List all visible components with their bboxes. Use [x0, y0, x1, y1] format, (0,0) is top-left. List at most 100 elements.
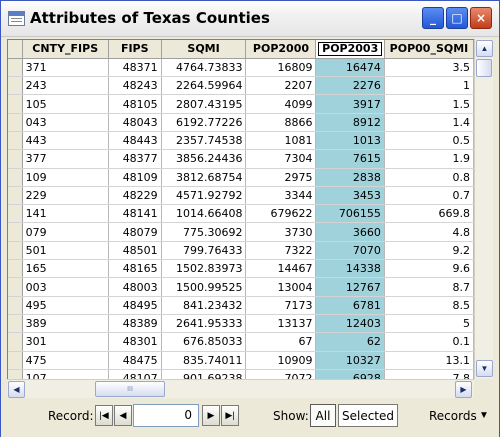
table-cell[interactable]: 48079	[108, 222, 162, 242]
column-header-cnty-fips[interactable]: CNTY_FIPS	[22, 40, 109, 59]
table-cell[interactable]: 7173	[245, 296, 317, 315]
table-cell[interactable]: 4571.92792	[161, 186, 247, 206]
table-cell[interactable]: 676.85033	[161, 332, 247, 352]
table-cell[interactable]: 48389	[108, 314, 162, 334]
last-record-button[interactable]: ▶|	[221, 405, 239, 426]
table-cell[interactable]: 48003	[108, 277, 162, 297]
table-cell[interactable]: 13004	[245, 277, 317, 297]
table-row[interactable]: 301 48301 676.85033 67 62 0.1	[8, 332, 474, 352]
row-selector[interactable]	[8, 332, 23, 352]
first-record-button[interactable]: |◀	[95, 405, 113, 426]
vertical-scroll-thumb[interactable]	[476, 59, 492, 77]
table-cell[interactable]: 3453	[315, 186, 385, 206]
horizontal-scrollbar[interactable]: ◀ III ▶	[7, 379, 474, 398]
table-cell[interactable]: 371	[22, 58, 109, 78]
table-cell[interactable]: 7.8	[384, 369, 474, 379]
column-header-pop00-sqmi[interactable]: POP00_SQMI	[384, 40, 474, 59]
table-cell[interactable]: 679622	[245, 204, 317, 224]
table-cell[interactable]: 2357.74538	[161, 131, 247, 151]
table-cell[interactable]: 1.9	[384, 149, 474, 169]
table-cell[interactable]: 2276	[315, 76, 385, 96]
table-cell[interactable]: 501	[22, 241, 109, 261]
table-cell[interactable]: 2207	[245, 76, 317, 96]
table-cell[interactable]: 2975	[245, 168, 317, 187]
table-row[interactable]: 377 48377 3856.24436 7304 7615 1.9	[8, 149, 474, 169]
table-cell[interactable]: 775.30692	[161, 222, 247, 242]
table-cell[interactable]: 10909	[245, 351, 317, 370]
table-row[interactable]: 105 48105 2807.43195 4099 3917 1.5	[8, 94, 474, 114]
horizontal-scroll-thumb[interactable]: III	[95, 381, 165, 397]
table-cell[interactable]: 841.23432	[161, 296, 247, 315]
column-header-pop2003[interactable]: POP2003	[315, 40, 385, 59]
table-cell[interactable]: 1	[384, 76, 474, 96]
table-cell[interactable]: 443	[22, 131, 109, 151]
table-row[interactable]: 475 48475 835.74011 10909 10327 13.1	[8, 351, 474, 370]
table-row[interactable]: 043 48043 6192.77226 8866 8912 1.4	[8, 113, 474, 132]
show-all-button[interactable]: All	[310, 404, 336, 427]
table-cell[interactable]: 13137	[245, 314, 317, 334]
table-cell[interactable]: 4099	[245, 94, 317, 114]
row-selector[interactable]	[8, 241, 23, 261]
table-cell[interactable]: 6781	[315, 296, 385, 315]
row-selector[interactable]	[8, 168, 23, 187]
table-cell[interactable]: 48377	[108, 149, 162, 169]
row-selector[interactable]	[8, 296, 23, 315]
table-cell[interactable]: 6192.77226	[161, 113, 247, 132]
table-cell[interactable]: 799.76433	[161, 241, 247, 261]
records-menu-label[interactable]: Records	[429, 409, 477, 423]
show-selected-button[interactable]: Selected	[338, 404, 398, 427]
table-cell[interactable]: 1014.66408	[161, 204, 247, 224]
table-cell[interactable]: 107	[22, 369, 109, 379]
table-cell[interactable]: 9.6	[384, 259, 474, 279]
table-row[interactable]: 389 48389 2641.95333 13137 12403 5	[8, 314, 474, 334]
table-cell[interactable]: 67	[245, 332, 317, 352]
row-selector[interactable]	[8, 314, 23, 334]
row-selector[interactable]	[8, 131, 23, 151]
row-selector-header[interactable]	[8, 40, 23, 59]
column-header-pop2000[interactable]: POP2000	[245, 40, 317, 59]
scroll-down-button[interactable]: ▼	[476, 360, 493, 377]
table-cell[interactable]: 48109	[108, 168, 162, 187]
table-cell[interactable]: 2807.43195	[161, 94, 247, 114]
table-cell[interactable]: 6928	[315, 369, 385, 379]
table-row[interactable]: 495 48495 841.23432 7173 6781 8.5	[8, 296, 474, 315]
table-cell[interactable]: 2641.95333	[161, 314, 247, 334]
table-cell[interactable]: 105	[22, 94, 109, 114]
table-row[interactable]: 079 48079 775.30692 3730 3660 4.8	[8, 222, 474, 242]
table-cell[interactable]: 043	[22, 113, 109, 132]
table-cell[interactable]: 3812.68754	[161, 168, 247, 187]
row-selector[interactable]	[8, 113, 23, 132]
table-row[interactable]: 243 48243 2264.59964 2207 2276 1	[8, 76, 474, 96]
table-cell[interactable]: 8.7	[384, 277, 474, 297]
table-cell[interactable]: 1.5	[384, 94, 474, 114]
table-cell[interactable]: 48105	[108, 94, 162, 114]
table-cell[interactable]: 48443	[108, 131, 162, 151]
table-cell[interactable]: 003	[22, 277, 109, 297]
row-selector[interactable]	[8, 369, 23, 379]
table-cell[interactable]: 48495	[108, 296, 162, 315]
table-cell[interactable]: 48501	[108, 241, 162, 261]
table-cell[interactable]: 3917	[315, 94, 385, 114]
table-cell[interactable]: 109	[22, 168, 109, 187]
scroll-right-button[interactable]: ▶	[455, 381, 472, 398]
title-bar[interactable]: Attributes of Texas Counties _ □ ×	[1, 1, 499, 37]
table-cell[interactable]: 48043	[108, 113, 162, 132]
table-row[interactable]: 229 48229 4571.92792 3344 3453 0.7	[8, 186, 474, 206]
table-cell[interactable]: 835.74011	[161, 351, 247, 370]
table-cell[interactable]: 165	[22, 259, 109, 279]
table-cell[interactable]: 8866	[245, 113, 317, 132]
table-cell[interactable]: 706155	[315, 204, 385, 224]
table-cell[interactable]: 669.8	[384, 204, 474, 224]
table-cell[interactable]: 48371	[108, 58, 162, 78]
table-cell[interactable]: 48107	[108, 369, 162, 379]
row-selector[interactable]	[8, 76, 23, 96]
table-cell[interactable]: 377	[22, 149, 109, 169]
table-cell[interactable]: 16474	[315, 58, 385, 78]
table-cell[interactable]: 0.7	[384, 186, 474, 206]
table-cell[interactable]: 2264.59964	[161, 76, 247, 96]
row-selector[interactable]	[8, 58, 23, 78]
table-cell[interactable]: 1500.99525	[161, 277, 247, 297]
scroll-up-button[interactable]: ▲	[476, 40, 493, 57]
table-cell[interactable]: 16809	[245, 58, 317, 78]
table-row[interactable]: 501 48501 799.76433 7322 7070 9.2	[8, 241, 474, 261]
